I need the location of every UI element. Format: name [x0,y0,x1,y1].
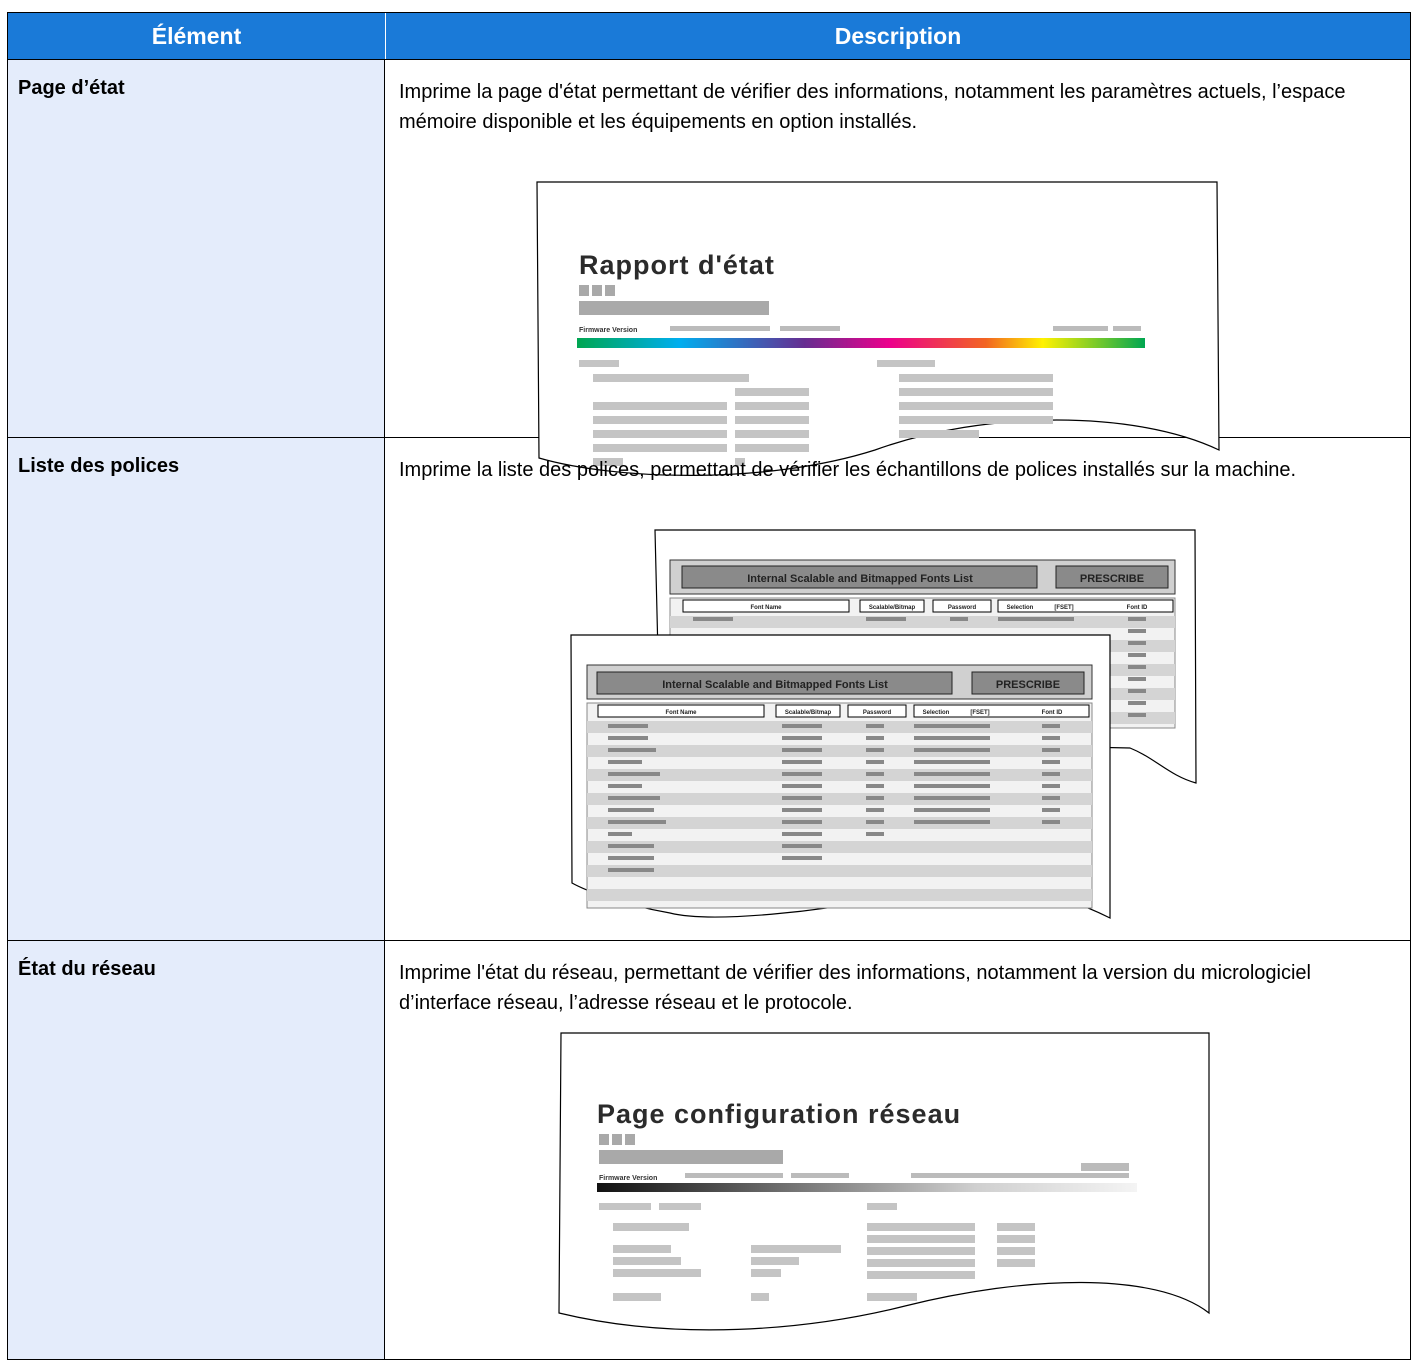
back-col-fset: [FSET] [1054,605,1073,611]
back-col-font-id: Font ID [1127,605,1148,611]
firmware-version-label: Firmware Version [579,327,637,334]
back-col-font-name: Font Name [750,605,782,611]
front-col-font-id: Font ID [1042,710,1063,716]
front-col-password: Password [863,710,892,716]
network-firmware-label: Firmware Version [599,1175,657,1182]
row-description: Imprime la page d'état permettant de vér… [399,81,1346,133]
front-col-selection: Selection [923,710,950,716]
back-col-scalable: Scalable/Bitmap [869,605,916,611]
table-header: Élément Description [8,13,1410,59]
status-report-title: Rapport d'état [579,250,775,280]
front-banner-title: Internal Scalable and Bitmapped Fonts Li… [662,679,888,691]
front-col-scalable: Scalable/Bitmap [785,710,832,716]
header-description: Description [834,22,962,49]
row-description: Imprime l'état du réseau, permettant de … [399,962,1312,1014]
row-element-label: Liste des polices [8,438,385,940]
row-element-label: Page d’état [8,60,385,437]
header-element: Élément [8,13,386,59]
table-row: Liste des polices Imprime la liste des p… [8,437,1410,940]
row-description-cell: Imprime la liste des polices, permettant… [385,438,1410,940]
row-description: Imprime la liste des polices, permettant… [399,459,1297,481]
network-status-illustration: Page configuration réseau Firmware Versi… [558,1032,1210,1331]
network-report-title: Page configuration réseau [597,1099,961,1129]
table-row: Page d’état Imprime la page d'état perme… [8,59,1410,476]
back-col-selection: Selection [1007,605,1034,611]
row-description-cell: Imprime l'état du réseau, permettant de … [385,941,1410,1359]
back-banner-title: Internal Scalable and Bitmapped Fonts Li… [747,573,973,585]
front-col-font-name: Font Name [665,710,697,716]
settings-table: Élément Description Page d’état Imprime … [7,12,1411,1360]
back-badge: PRESCRIBE [1080,573,1144,585]
front-badge: PRESCRIBE [996,679,1060,691]
table-row: État du réseau Imprime l'état du réseau,… [8,940,1410,1359]
font-list-illustration: Internal Scalable and Bitmapped Fonts Li… [570,529,1197,919]
row-description-cell: Imprime la page d'état permettant de vér… [385,60,1410,476]
front-col-fset: [FSET] [970,710,989,716]
row-element-label: État du réseau [8,941,385,1359]
back-col-password: Password [948,605,977,611]
